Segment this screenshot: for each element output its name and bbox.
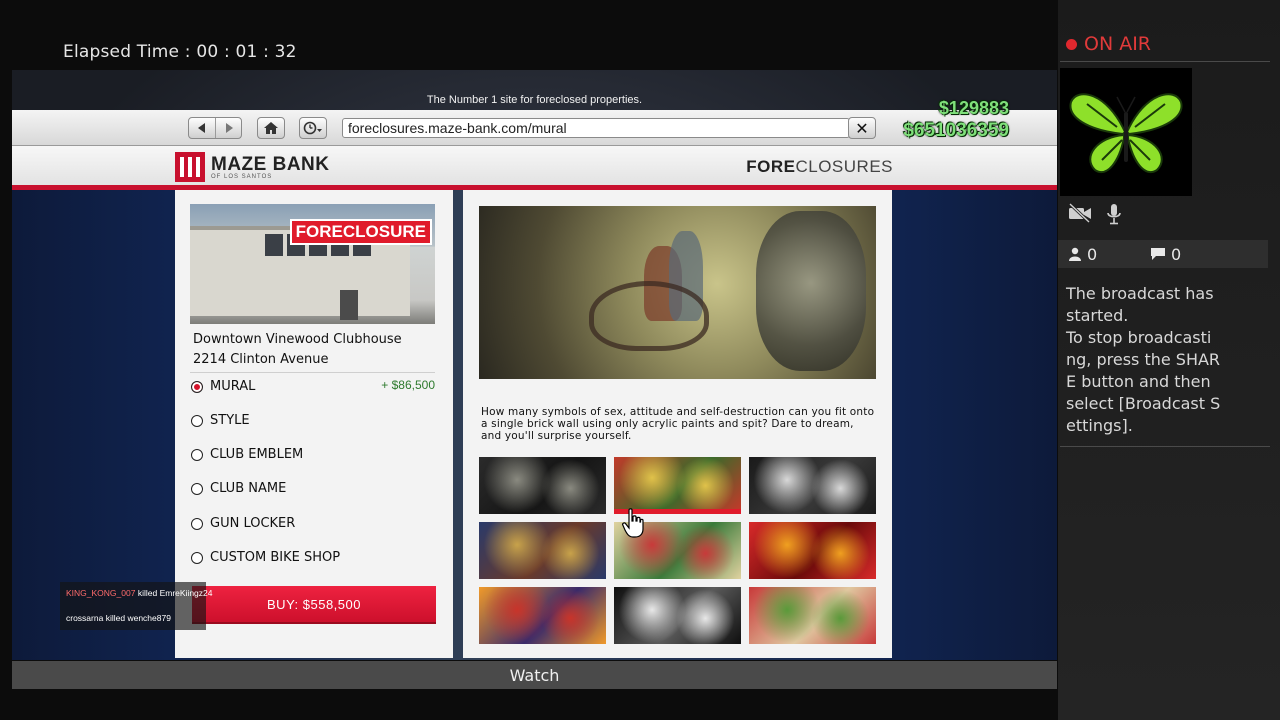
- cash-amount: $129883: [938, 98, 1009, 118]
- watch-bar[interactable]: Watch: [12, 661, 1057, 689]
- mural-thumb-city-red[interactable]: [749, 522, 876, 579]
- mural-thumb-skull[interactable]: [749, 457, 876, 514]
- victim-name: wenche879: [127, 613, 171, 623]
- option-custom-bike-shop[interactable]: CUSTOM BIKE SHOP: [191, 550, 340, 565]
- radio-icon: [191, 551, 203, 564]
- mural-price: + $86,500: [381, 378, 435, 392]
- kill-verb: killed: [137, 588, 158, 598]
- on-air-label: ON AIR: [1084, 33, 1152, 55]
- kill-verb: killed: [105, 613, 126, 623]
- site-tagline: The Number 1 site for foreclosed propert…: [426, 94, 643, 106]
- foreclosures-title: FORECLOSURES: [746, 157, 893, 177]
- maze-bank-logo[interactable]: MAZE BANK OF LOS SANTOS: [175, 152, 330, 182]
- back-arrow-icon: [198, 123, 205, 133]
- viewer-count-value: 0: [1087, 244, 1098, 264]
- on-air-indicator: ON AIR: [1066, 33, 1151, 55]
- divider: [1060, 446, 1270, 447]
- kill-feed: KING_KONG_007 killed EmreKiingz24 crossa…: [60, 582, 213, 630]
- comment-count-value: 0: [1171, 244, 1182, 264]
- history-button[interactable]: [299, 117, 327, 139]
- broadcast-message: The broadcast has started. To stop broad…: [1066, 284, 1221, 435]
- killer-name: crossarna: [66, 613, 104, 623]
- broadcast-stats: 0 0: [1058, 240, 1268, 268]
- elapsed-label: Elapsed Time :: [63, 42, 191, 62]
- forward-arrow-icon: [225, 123, 233, 133]
- comment-count: 0: [1150, 245, 1181, 264]
- property-street: 2214 Clinton Avenue: [193, 352, 329, 367]
- viewer-icon: [1069, 247, 1081, 261]
- forward-button[interactable]: [215, 118, 241, 138]
- mural-thumb-green-skull[interactable]: [749, 587, 876, 644]
- kill-feed-row: crossarna killed wenche879: [66, 612, 200, 625]
- mural-panel: How many symbols of sex, attitude and se…: [463, 190, 892, 658]
- radio-icon: [191, 482, 203, 495]
- property-name: Downtown Vinewood Clubhouse: [193, 332, 402, 347]
- property-image: FORECLOSURE: [190, 204, 435, 324]
- stream-screen: Elapsed Time : 00 : 01 : 32 The Number 1…: [0, 0, 1280, 720]
- media-controls: [1068, 203, 1122, 225]
- home-icon: [264, 122, 278, 134]
- elapsed-time: Elapsed Time : 00 : 01 : 32: [63, 42, 297, 62]
- option-label: CLUB EMBLEM: [210, 447, 304, 462]
- radio-icon: [191, 448, 203, 461]
- clock-icon: [303, 121, 322, 135]
- option-label: STYLE: [210, 413, 250, 428]
- maze-bank-mark-icon: [175, 152, 205, 182]
- back-button[interactable]: [189, 118, 215, 138]
- buy-button[interactable]: BUY: $558,500: [192, 586, 436, 624]
- mural-thumb-grim[interactable]: [479, 457, 606, 514]
- radio-selected-icon: [191, 380, 203, 393]
- option-label: GUN LOCKER: [210, 516, 296, 531]
- option-club-name[interactable]: CLUB NAME: [191, 481, 286, 496]
- divider: [190, 372, 435, 373]
- brand-name: MAZE BANK: [211, 153, 330, 175]
- home-button[interactable]: [257, 117, 285, 139]
- live-dot-icon: [1066, 38, 1077, 50]
- address-bar[interactable]: foreclosures.maze-bank.com/mural: [342, 118, 850, 138]
- mural-thumb-bw[interactable]: [614, 587, 741, 644]
- avatar: [1060, 68, 1192, 196]
- mural-thumbnail-grid: [479, 457, 878, 644]
- foreclosures-title-bold: FORE: [746, 157, 796, 176]
- foreclosure-stamp: FORECLOSURE: [289, 219, 432, 245]
- mural-description: How many symbols of sex, attitude and se…: [481, 406, 875, 442]
- kill-feed-row: KING_KONG_007 killed EmreKiingz24: [66, 587, 213, 600]
- killer-name: KING_KONG_007: [66, 588, 136, 598]
- game-viewport: The Number 1 site for foreclosed propert…: [12, 70, 1057, 660]
- option-mural[interactable]: MURAL: [191, 379, 255, 394]
- microphone-icon[interactable]: [1106, 203, 1122, 225]
- bank-amount: $651036359: [903, 120, 1009, 141]
- option-label: CLUB NAME: [210, 481, 287, 496]
- history-icon-wrap: [300, 118, 326, 138]
- option-gun-locker[interactable]: GUN LOCKER: [191, 516, 295, 531]
- close-button[interactable]: ✕: [848, 117, 876, 139]
- viewer-count: 0: [1068, 245, 1097, 264]
- elapsed-value: 00 : 01 : 32: [196, 42, 297, 62]
- radio-icon: [191, 517, 203, 530]
- site-header: MAZE BANK OF LOS SANTOS FORECLOSURES: [12, 146, 1057, 190]
- comment-icon: [1151, 248, 1165, 260]
- back-forward-group: [188, 117, 242, 139]
- option-label: CUSTOM BIKE SHOP: [210, 550, 341, 565]
- mural-thumb-sunset[interactable]: [479, 587, 606, 644]
- home-icon-wrap: [258, 118, 284, 138]
- option-label: MURAL: [210, 379, 256, 394]
- option-style[interactable]: STYLE: [191, 413, 250, 428]
- divider: [1060, 61, 1270, 62]
- radio-icon: [191, 414, 203, 427]
- property-address-block: Downtown Vinewood Clubhouse 2214 Clinton…: [193, 330, 438, 370]
- broadcast-sidebar: ON AIR 0 0 The broadcast has started. To…: [1058, 0, 1280, 720]
- foreclosures-title-rest: CLOSURES: [795, 157, 893, 176]
- victim-name: EmreKiingz24: [159, 588, 213, 598]
- option-club-emblem[interactable]: CLUB EMBLEM: [191, 447, 303, 462]
- mural-preview-image: [479, 206, 876, 379]
- butterfly-icon: [1069, 93, 1183, 173]
- mural-thumb-biker[interactable]: [614, 457, 741, 514]
- property-panel: FORECLOSURE Downtown Vinewood Clubhouse …: [175, 190, 453, 658]
- camera-off-icon[interactable]: [1068, 203, 1092, 223]
- hand-cursor-icon: [622, 508, 644, 538]
- browser-toolbar: foreclosures.maze-bank.com/mural ✕: [12, 110, 1057, 146]
- mural-thumb-crowd[interactable]: [479, 522, 606, 579]
